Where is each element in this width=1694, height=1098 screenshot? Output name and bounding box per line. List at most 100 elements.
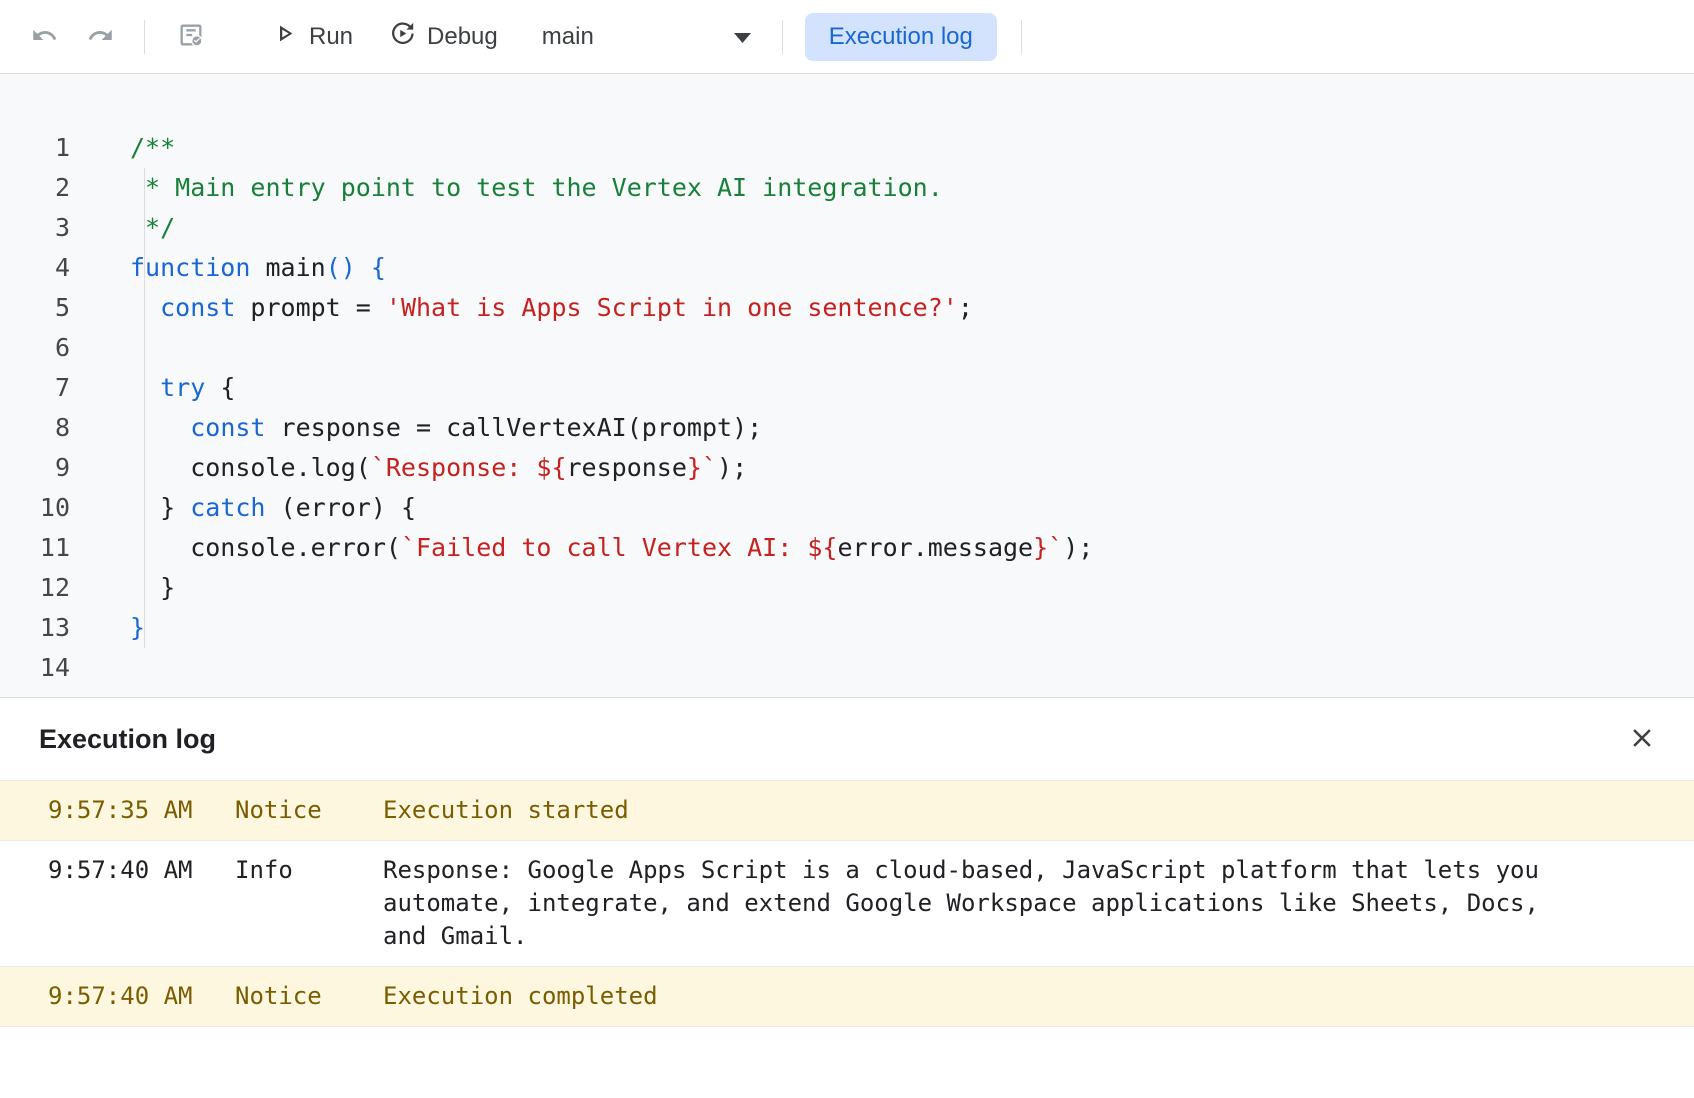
run-play-icon <box>271 20 298 54</box>
log-entry-time: 9:57:40 AM <box>0 980 235 1013</box>
log-entry-level: Notice <box>235 980 383 1013</box>
line-number: 7 <box>0 368 70 408</box>
line-number: 4 <box>0 248 70 288</box>
line-number: 13 <box>0 608 70 648</box>
code-token <box>130 413 190 442</box>
log-entry-time: 9:57:35 AM <box>0 794 235 827</box>
code-token: ; <box>958 293 973 322</box>
code-line[interactable]: * Main entry point to test the Vertex AI… <box>130 168 1093 208</box>
code-token: const <box>190 413 265 442</box>
code-line[interactable]: console.log(`Response: ${response}`); <box>130 448 1093 488</box>
code-line[interactable]: const prompt = 'What is Apps Script in o… <box>130 288 1093 328</box>
redo-icon <box>87 22 114 52</box>
log-entry: 9:57:40 AMNoticeExecution completed <box>0 967 1694 1027</box>
save-project-icon <box>177 21 205 52</box>
code-token: try <box>160 373 205 402</box>
code-token: } <box>130 613 145 642</box>
toolbar-divider <box>1021 20 1022 54</box>
code-token: { <box>371 253 386 282</box>
execution-log-button[interactable]: Execution log <box>805 13 997 61</box>
code-line[interactable]: } catch (error) { <box>130 488 1093 528</box>
apps-script-editor: Run Debug main Execution log 12345678910… <box>0 0 1694 1098</box>
execution-log-title: Execution log <box>39 724 216 755</box>
debug-label: Debug <box>427 23 498 51</box>
code-line[interactable]: /** <box>130 128 1093 168</box>
line-number: 11 <box>0 528 70 568</box>
code-token: } <box>130 493 190 522</box>
code-token: } <box>130 573 175 602</box>
undo-button[interactable] <box>24 17 64 57</box>
debug-button[interactable]: Debug <box>389 20 498 54</box>
code-token <box>130 293 160 322</box>
save-project-button[interactable] <box>171 17 211 57</box>
code-token: { <box>205 373 235 402</box>
log-entry: 9:57:40 AMInfoResponse: Google Apps Scri… <box>0 841 1694 967</box>
line-number: 5 <box>0 288 70 328</box>
code-token: prompt = <box>235 293 386 322</box>
code-line[interactable]: } <box>130 608 1093 648</box>
log-entry-message: Response: Google Apps Script is a cloud-… <box>383 854 1633 953</box>
code-line[interactable]: const response = callVertexAI(prompt); <box>130 408 1093 448</box>
code-token: response <box>567 453 687 482</box>
debug-icon <box>389 20 416 54</box>
code-token: () <box>326 253 356 282</box>
execution-log-entries: 9:57:35 AMNoticeExecution started9:57:40… <box>0 780 1694 1098</box>
line-number-gutter: 1234567891011121314 <box>0 128 70 697</box>
chevron-down-icon <box>733 23 752 51</box>
code-token: * Main entry point to test the Vertex AI… <box>130 173 943 202</box>
code-line[interactable] <box>130 648 1093 688</box>
undo-icon <box>31 22 58 52</box>
code-line[interactable]: } <box>130 568 1093 608</box>
code-token: const <box>160 293 235 322</box>
log-entry: 9:57:35 AMNoticeExecution started <box>0 781 1694 841</box>
run-label: Run <box>309 23 353 51</box>
line-number: 6 <box>0 328 70 368</box>
log-entry-message: Execution completed <box>383 980 1633 1013</box>
line-number: 14 <box>0 648 70 688</box>
code-area[interactable]: /** * Main entry point to test the Verte… <box>70 128 1093 697</box>
close-icon <box>1627 723 1657 756</box>
log-entry-time: 9:57:40 AM <box>0 854 235 887</box>
code-line[interactable]: */ <box>130 208 1093 248</box>
toolbar-divider <box>782 20 783 54</box>
function-selector[interactable]: main <box>532 17 762 57</box>
code-token: function <box>130 253 250 282</box>
toolbar-divider <box>144 20 145 54</box>
run-button[interactable]: Run <box>271 20 353 54</box>
code-token: catch <box>190 493 265 522</box>
code-token: main <box>250 253 325 282</box>
code-token: /** <box>130 133 175 162</box>
code-line[interactable] <box>130 328 1093 368</box>
line-number: 3 <box>0 208 70 248</box>
line-number: 8 <box>0 408 70 448</box>
log-entry-level: Info <box>235 854 383 887</box>
indent-guide <box>144 168 145 648</box>
code-line[interactable]: function main() { <box>130 248 1093 288</box>
line-number: 2 <box>0 168 70 208</box>
code-editor[interactable]: 1234567891011121314 /** * Main entry poi… <box>0 74 1694 697</box>
code-token <box>130 373 160 402</box>
close-execution-log-button[interactable] <box>1620 717 1664 761</box>
code-token: response = callVertexAI(prompt); <box>265 413 762 442</box>
code-token: (error) { <box>265 493 416 522</box>
execution-log-header: Execution log <box>0 697 1694 780</box>
code-token: }` <box>687 453 717 482</box>
code-line[interactable]: console.error(`Failed to call Vertex AI:… <box>130 528 1093 568</box>
code-token: `Response: ${ <box>371 453 567 482</box>
code-line[interactable]: try { <box>130 368 1093 408</box>
line-number: 10 <box>0 488 70 528</box>
line-number: 9 <box>0 448 70 488</box>
code-token: error.message <box>837 533 1033 562</box>
code-token: */ <box>130 213 175 242</box>
log-entry-message: Execution started <box>383 794 1633 827</box>
code-token <box>356 253 371 282</box>
code-token: ); <box>1063 533 1093 562</box>
code-token: `Failed to call Vertex AI: ${ <box>401 533 838 562</box>
function-selector-value: main <box>542 23 594 51</box>
code-token: }` <box>1033 533 1063 562</box>
code-token: 'What is Apps Script in one sentence?' <box>386 293 958 322</box>
redo-button[interactable] <box>80 17 120 57</box>
line-number: 1 <box>0 128 70 168</box>
code-token: ); <box>717 453 747 482</box>
log-entry-level: Notice <box>235 794 383 827</box>
